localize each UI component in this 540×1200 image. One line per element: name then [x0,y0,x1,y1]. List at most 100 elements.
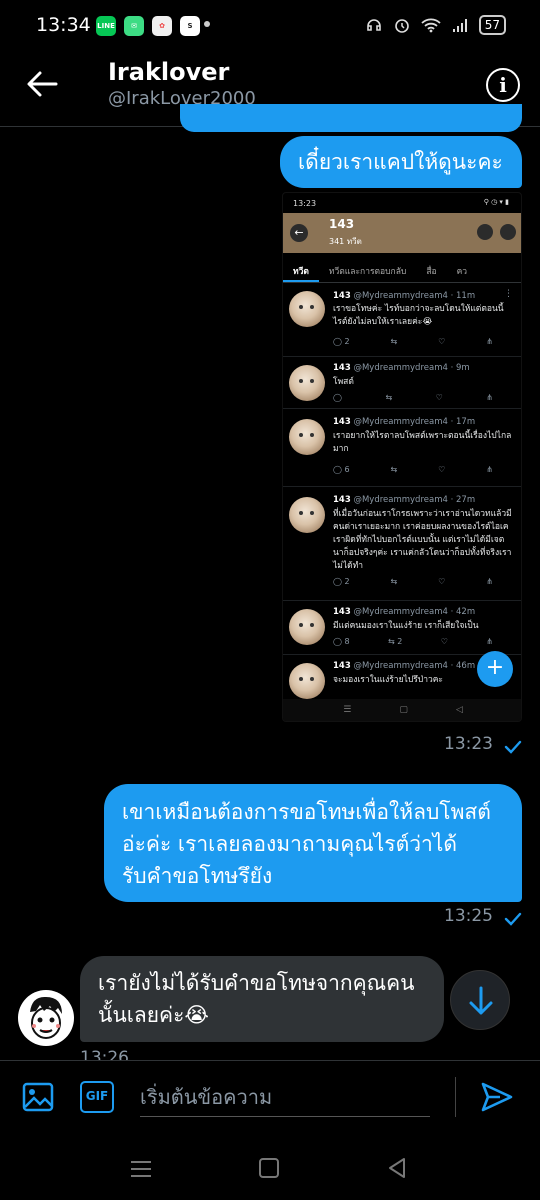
share-icon: ⋔ [486,577,493,586]
attached-screenshot-image[interactable]: 13:23 ⚲ ◷ ▾ ▮ ← 143 341 ทวีต ทวีต ทวีตแล… [282,192,522,722]
notification-icons: LINE ✉ ✿ S [96,16,200,36]
screenshot-time: 13:23 [293,199,317,208]
screenshot-tweet: 143 @Mydreammydream4 · 42m มีแต่คนมองเรา… [283,601,521,655]
retweet-icon: ⇆ 2 [387,637,403,646]
tweet-actions: ◯ 8 ⇆ 2 ♡ ⋔ [333,637,493,646]
system-back-icon[interactable] [386,1157,408,1179]
composer-divider [455,1077,456,1117]
like-icon: ♡ [440,637,448,646]
tweet-text: มีแต่คนมองเราในแง่ร้าย เราก็เสียใจเป็น [333,621,479,631]
message-bubble-outgoing[interactable]: เดี๋ยวเราแคปให้ดูนะคะ [280,136,522,188]
tweet-text: เราขอโทษค่ะ ไรท์บอกว่าจะลบโดนให้แต่ตอนนี… [333,304,504,327]
message-timestamp: 13:26 [80,1048,129,1060]
screenshot-tweet-count: 341 ทวีต [329,237,362,246]
tweet-time: 42m [456,607,476,617]
shop-app-icon: S [180,16,200,36]
tweet-handle: @Mydreammydream4 [353,607,448,617]
tweet-time: 9m [456,363,470,373]
battery-indicator: 57 [478,15,506,35]
tweet-time: 27m [456,495,476,505]
line-app-icon: LINE [96,16,116,36]
message-timestamp: 13:25 [444,906,493,926]
message-bubble-outgoing[interactable]: เขาเหมือนต้องการขอโทษเพื่อให้ลบโพสต์อ่ะค… [104,784,522,902]
tweet-author: 143 [333,291,351,301]
screenshot-tab: คว [456,267,468,277]
tweet-more-icon: ⋮ [504,289,513,299]
message-text: เขาเหมือนต้องการขอโทษเพื่อให้ลบโพสต์อ่ะค… [122,800,491,888]
reply-icon: ◯ 6 [333,465,350,474]
tweet-avatar [289,609,325,645]
tweet-actions: ◯ 6 ⇆ ♡ ⋔ [333,465,493,474]
like-icon: ♡ [438,465,446,474]
back-arrow-icon[interactable] [26,70,58,98]
tweet-text: ที่เมื่อวันก่อนเราโกรธเพราะว่าเราอ่านไดว… [333,509,512,571]
message-text: เดี๋ยวเราแคปให้ดูนะคะ [298,150,503,174]
tweet-avatar [289,419,325,455]
tweet-author: 143 [333,417,351,427]
gif-button[interactable]: GIF [80,1081,114,1113]
message-input[interactable] [140,1077,430,1117]
previous-message-bubble [180,104,522,132]
screenshot-tab: ทวีต [283,257,319,282]
share-icon: ⋔ [486,393,493,402]
status-bar: 13:34 LINE ✉ ✿ S 57 [0,0,540,56]
screenshot-tweet: 143 @Mydreammydream4 · 9m โพสต์ ◯ ⇆ ♡ ⋔ [283,357,521,409]
tweet-avatar [289,291,325,327]
screenshot-search-icon [477,224,493,240]
tweet-author: 143 [333,363,351,373]
headset-icon [366,19,381,31]
recent-apps-icon[interactable] [130,1160,152,1178]
messages-app-icon: ✉ [124,16,144,36]
share-icon: ⋔ [486,337,493,346]
tweet-time: 11m [456,291,476,301]
read-check-icon [504,912,522,926]
tweet-text: โพสต์ [333,377,354,387]
home-icon[interactable] [259,1158,279,1178]
tweet-avatar [289,663,325,699]
scroll-to-bottom-button[interactable] [450,970,510,1030]
screenshot-profile-name: 143 [329,217,355,231]
reply-icon: ◯ 2 [333,337,350,346]
tweet-author: 143 [333,607,351,617]
system-status-icons: 57 [365,15,506,35]
info-icon[interactable]: i [486,68,520,102]
reply-icon: ◯ 8 [333,637,350,646]
retweet-icon: ⇆ [385,393,393,402]
retweet-icon: ⇆ [390,465,398,474]
message-bubble-incoming[interactable]: เรายังไม่ได้รับคำขอโทษจากคุณคนนั้นเลยค่ะ… [80,956,444,1042]
send-icon[interactable] [480,1081,514,1113]
tweet-time: 17m [456,417,476,427]
tweet-time: 46m [456,661,476,671]
reply-icon: ◯ 2 [333,577,350,586]
avatar-drawing-icon [30,996,62,1039]
tweet-avatar [289,365,325,401]
alarm-icon [394,19,409,33]
contact-avatar[interactable] [18,990,74,1046]
message-timestamp: 13:23 [444,734,493,754]
image-attach-icon[interactable] [22,1081,54,1113]
tweet-actions: ◯ 2 ⇆ ♡ ⋔ [333,337,493,346]
screenshot-tweet: 143 @Mydreammydream4 · 11m ⋮ เราขอโทษค่ะ… [283,285,521,357]
retweet-icon: ⇆ [390,337,398,346]
screenshot-tweet: 143 @Mydreammydream4 · 17m เราอยากให้ไรต… [283,409,521,487]
tweet-author: 143 [333,495,351,505]
compose-fab-icon: + [477,651,513,687]
screenshot-tab: สื่อ [426,267,437,277]
contact-name[interactable]: Iraklover [108,58,229,86]
system-navigation-bar [0,1140,540,1200]
arrow-down-icon [469,986,493,1015]
tweet-author: 143 [333,661,351,671]
tweet-handle: @Mydreammydream4 [353,495,448,505]
screenshot-nav-bar: ☰ ▢ ◁ [283,699,521,721]
tweet-actions: ◯ 2 ⇆ ♡ ⋔ [333,577,493,586]
wifi-icon [421,18,441,33]
tweet-actions: ◯ ⇆ ♡ ⋔ [333,393,493,402]
reply-icon: ◯ [333,393,342,402]
like-icon: ♡ [438,337,446,346]
screenshot-tabs: ทวีต ทวีตและการตอบกลับ สื่อ คว [283,257,521,283]
tweet-handle: @Mydreammydream4 [353,291,448,301]
signal-icon [452,19,467,32]
like-icon: ♡ [438,577,446,586]
screenshot-profile-header: ← 143 341 ทวีต [283,213,521,253]
tweet-text: เราอยากให้ไรตาลบโพสต์เพราะตอนนี้เรื่องไป… [333,431,512,454]
